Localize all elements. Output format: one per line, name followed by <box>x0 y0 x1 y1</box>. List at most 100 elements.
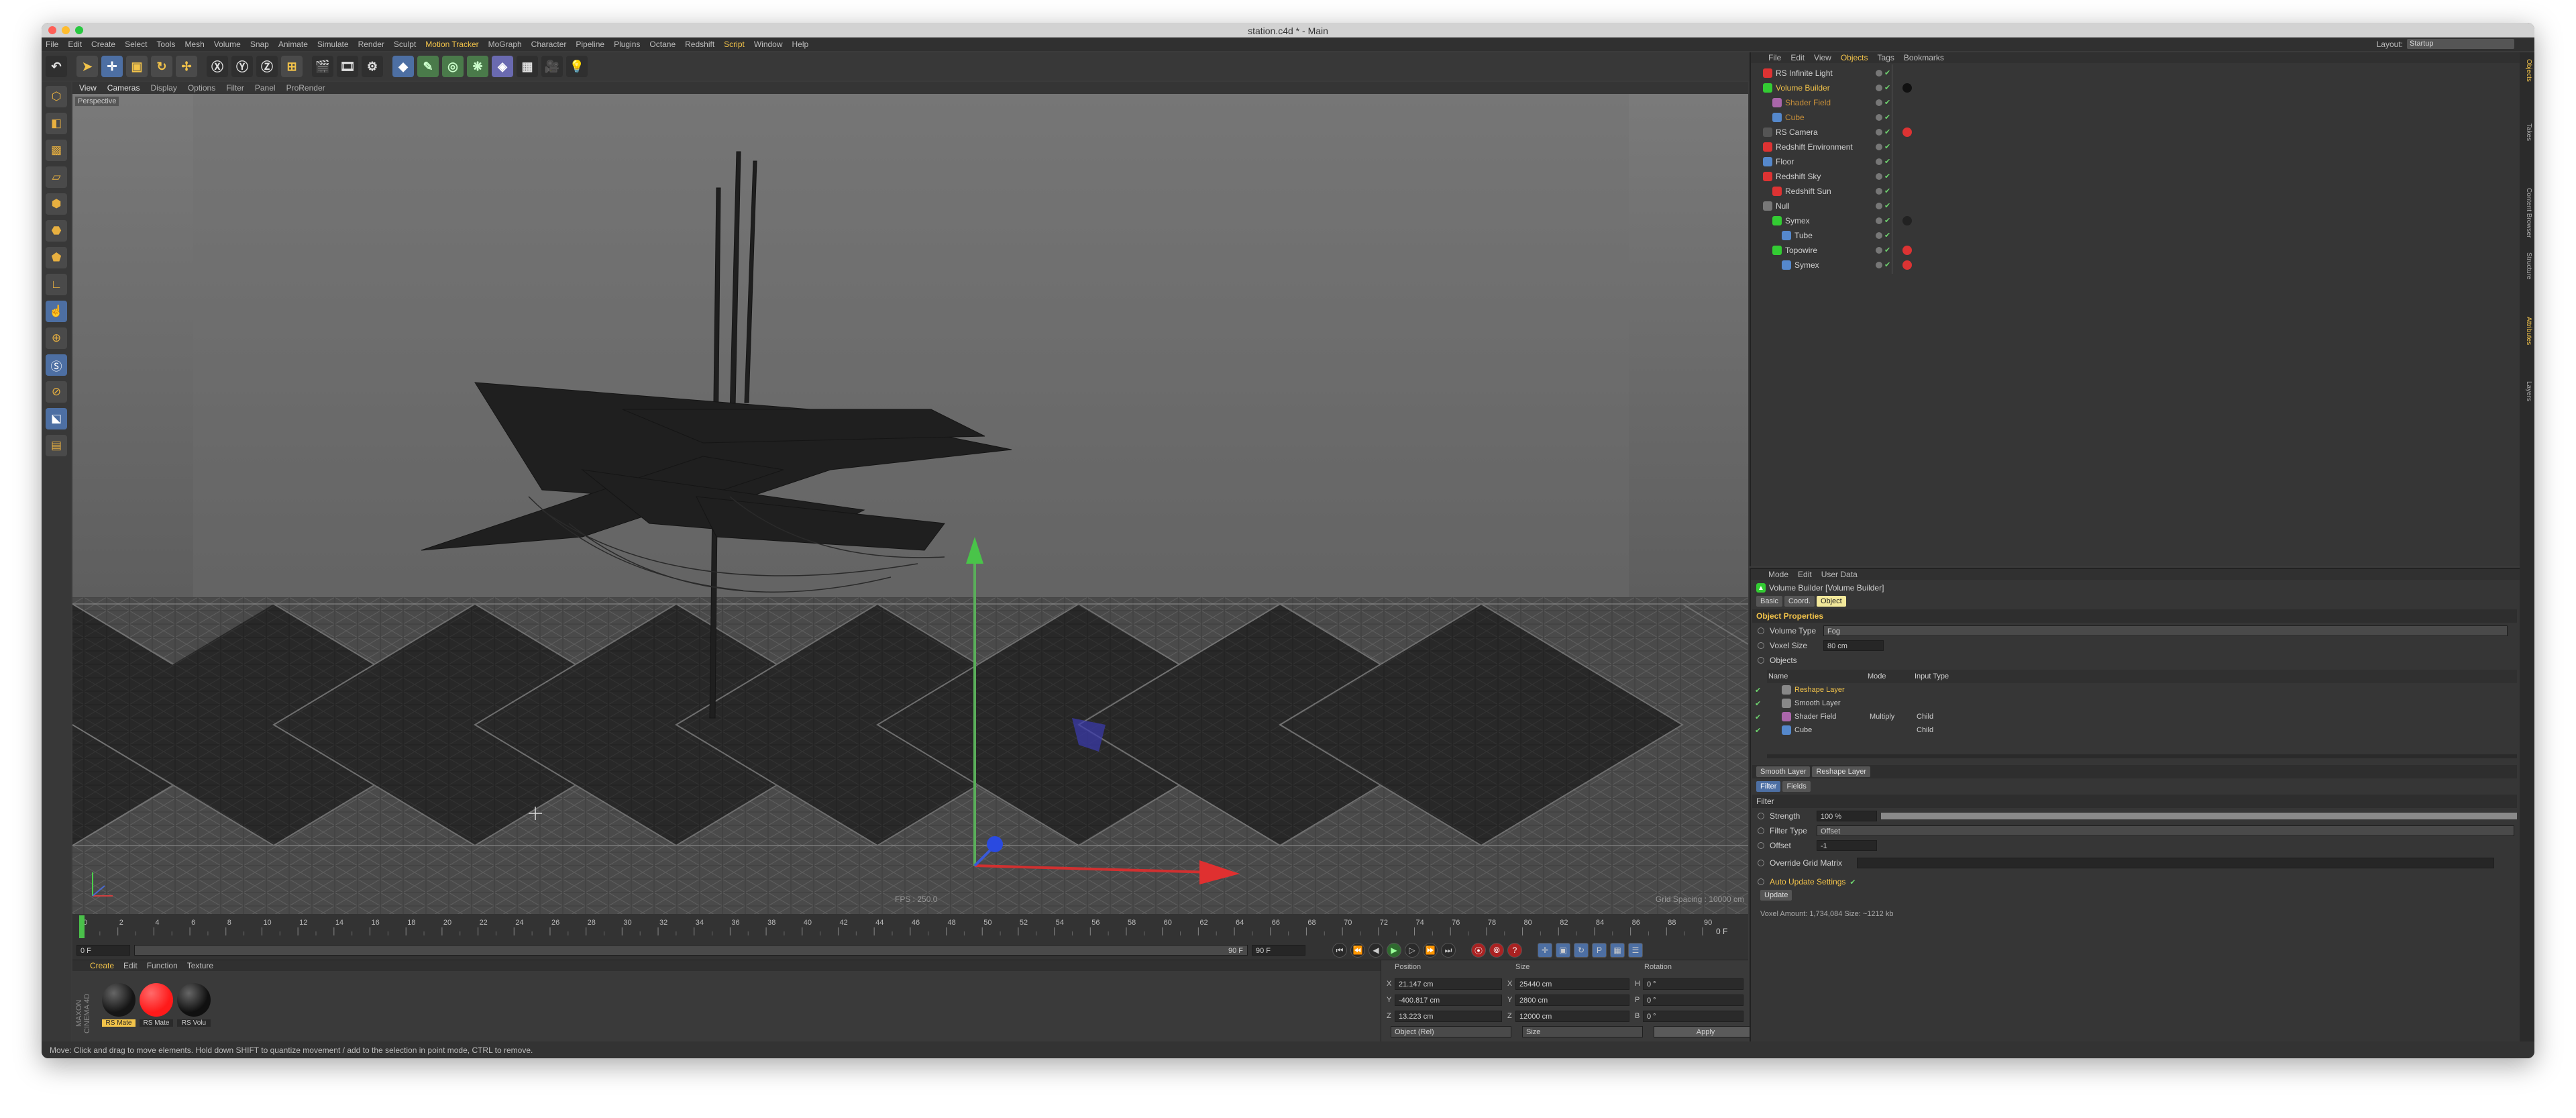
layer-name[interactable]: Smooth Layer <box>1794 699 1870 707</box>
position-field[interactable]: 13.223 cm <box>1395 1010 1502 1022</box>
texture-mode-icon[interactable]: ▩ <box>46 140 67 161</box>
position-field[interactable]: 21.147 cm <box>1395 978 1502 990</box>
menu-mograph[interactable]: MoGraph <box>488 40 522 49</box>
material-menu-edit[interactable]: Edit <box>123 961 138 970</box>
move-tool-icon[interactable]: ✛ <box>101 56 123 77</box>
viewport-menu-display[interactable]: Display <box>150 83 176 93</box>
menu-file[interactable]: File <box>46 40 58 49</box>
enabled-check-icon[interactable]: ✔ <box>1884 260 1890 269</box>
menu-volume[interactable]: Volume <box>214 40 241 49</box>
attribute-tab-coord[interactable]: Coord. <box>1784 596 1815 607</box>
key-rotation-icon[interactable]: ↻ <box>1574 943 1589 958</box>
override-grid-link-field[interactable] <box>1857 858 2494 868</box>
objects-list-row[interactable]: ✔ Shader Field Multiply Child <box>1755 710 2520 723</box>
viewport-menu-panel[interactable]: Panel <box>255 83 276 93</box>
object-tag-icon[interactable] <box>1902 260 1912 270</box>
object-row[interactable]: RS Infinite Light ✔ <box>1755 66 2513 80</box>
position-field[interactable]: -400.817 cm <box>1395 994 1502 1006</box>
menu-snap[interactable]: Snap <box>250 40 269 49</box>
object-tag-icon[interactable] <box>1902 83 1912 93</box>
object-name[interactable]: Cube <box>1785 113 1805 122</box>
object-visibility-toggles[interactable]: ✔ <box>1876 98 1890 107</box>
layer-name[interactable]: Shader Field <box>1794 713 1870 721</box>
strength-slider[interactable] <box>1880 813 2517 819</box>
viewport-menu-cameras[interactable]: Cameras <box>107 83 140 93</box>
editor-visibility-dot[interactable] <box>1876 158 1882 165</box>
offset-field[interactable]: -1 <box>1817 840 1877 851</box>
object-name[interactable]: Symex <box>1785 216 1810 225</box>
enabled-check-icon[interactable]: ✔ <box>1884 113 1890 121</box>
menu-plugins[interactable]: Plugins <box>614 40 640 49</box>
menu-mesh[interactable]: Mesh <box>184 40 204 49</box>
key-scale-icon[interactable]: ▣ <box>1556 943 1570 958</box>
workplane-icon[interactable]: ▱ <box>46 166 67 188</box>
coordinate-mode-dropdown[interactable]: Object (Rel) <box>1391 1026 1511 1037</box>
points-mode-icon[interactable]: ⬢ <box>46 193 67 215</box>
object-menu-edit[interactable]: Edit <box>1790 53 1805 62</box>
side-tab-attributes[interactable]: Attributes <box>2522 317 2532 345</box>
object-visibility-toggles[interactable]: ✔ <box>1876 113 1890 121</box>
object-name[interactable]: RS Infinite Light <box>1776 68 1833 78</box>
object-visibility-toggles[interactable]: ✔ <box>1876 231 1890 240</box>
solo-icon[interactable]: Ⓢ <box>46 354 67 376</box>
next-frame-icon[interactable]: ▷ <box>1405 943 1419 958</box>
object-visibility-toggles[interactable]: ✔ <box>1876 83 1890 92</box>
object-visibility-toggles[interactable]: ✔ <box>1876 260 1890 269</box>
enabled-check-icon[interactable]: ✔ <box>1884 142 1890 151</box>
menu-window[interactable]: Window <box>754 40 783 49</box>
object-menu-tags[interactable]: Tags <box>1878 53 1894 62</box>
object-menu-view[interactable]: View <box>1814 53 1831 62</box>
object-menu-bookmarks[interactable]: Bookmarks <box>1904 53 1944 62</box>
rotation-field[interactable]: 0 ° <box>1643 1010 1743 1022</box>
object-menu-objects[interactable]: Objects <box>1841 53 1868 62</box>
strength-field[interactable]: 100 % <box>1816 811 1877 821</box>
object-name[interactable]: Volume Builder <box>1776 83 1830 93</box>
enabled-check-icon[interactable]: ✔ <box>1884 83 1890 92</box>
go-to-start-icon[interactable]: ⏮ <box>1332 943 1347 958</box>
editor-visibility-dot[interactable] <box>1876 128 1882 136</box>
object-row[interactable]: Cube ✔ <box>1755 110 2513 124</box>
object-name[interactable]: Floor <box>1776 157 1794 166</box>
cube-primitive-icon[interactable]: ◆ <box>392 56 414 77</box>
editor-visibility-dot[interactable] <box>1876 69 1882 77</box>
material-label[interactable]: RS Volu <box>177 1019 211 1027</box>
coordinate-system-icon[interactable]: ⊞ <box>281 56 303 77</box>
object-visibility-toggles[interactable]: ✔ <box>1876 68 1890 77</box>
attribute-menu-user-data[interactable]: User Data <box>1821 570 1858 579</box>
size-field[interactable]: 25440 cm <box>1515 978 1629 990</box>
editor-visibility-dot[interactable] <box>1876 246 1882 254</box>
last-tool-icon[interactable]: ✢ <box>176 56 197 77</box>
deformer-icon[interactable]: ◈ <box>492 56 513 77</box>
menu-octane[interactable]: Octane <box>649 40 676 49</box>
next-key-icon[interactable]: ⏩ <box>1423 943 1438 958</box>
tweak-mode-icon[interactable]: ☝ <box>46 301 67 322</box>
offset-anim-dot[interactable] <box>1758 842 1764 849</box>
menu-render[interactable]: Render <box>358 40 384 49</box>
model-mode-icon[interactable]: ◧ <box>46 113 67 134</box>
filter-type-dropdown[interactable]: Offset <box>1817 825 2514 836</box>
strength-anim-dot[interactable] <box>1758 813 1764 819</box>
y-axis-lock-icon[interactable]: Ⓨ <box>231 56 253 77</box>
end-frame-field[interactable]: 90 F <box>1252 945 1305 956</box>
sub-tab-filter[interactable]: Filter <box>1756 781 1781 792</box>
object-tag-icon[interactable] <box>1902 215 1912 225</box>
scale-tool-icon[interactable]: ▣ <box>126 56 148 77</box>
object-name[interactable]: Redshift Sky <box>1776 172 1821 181</box>
editor-visibility-dot[interactable] <box>1876 217 1882 224</box>
objects-anim-dot[interactable] <box>1758 657 1764 664</box>
menu-redshift[interactable]: Redshift <box>685 40 714 49</box>
timeline-menu-icon[interactable]: ☰ <box>1628 943 1643 958</box>
previous-key-icon[interactable]: ⏪ <box>1350 943 1365 958</box>
attribute-menu-edit[interactable]: Edit <box>1798 570 1812 579</box>
editor-visibility-dot[interactable] <box>1876 187 1882 195</box>
material-thumbnail[interactable] <box>140 983 173 1017</box>
undo-button[interactable]: ↶ <box>46 56 67 77</box>
layer-tab-reshape-layer[interactable]: Reshape Layer <box>1812 766 1871 777</box>
object-name[interactable]: Shader Field <box>1785 98 1831 107</box>
attribute-tab-basic[interactable]: Basic <box>1756 596 1782 607</box>
object-row[interactable]: Shader Field ✔ <box>1755 95 2513 109</box>
object-row[interactable]: Symex ✔ <box>1755 258 2513 272</box>
key-param-icon[interactable]: P <box>1592 943 1607 958</box>
object-name[interactable]: Tube <box>1794 231 1813 240</box>
viewport-menu-prorender[interactable]: ProRender <box>286 83 325 93</box>
